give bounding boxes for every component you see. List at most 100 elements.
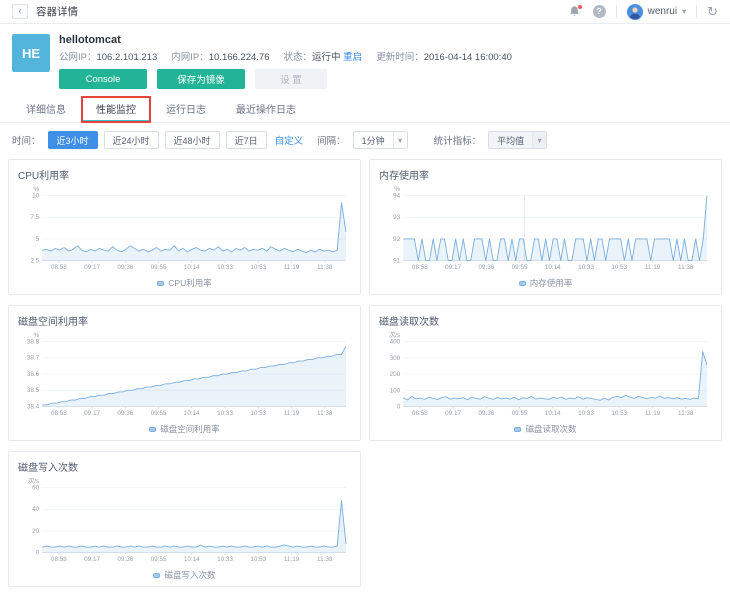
console-button[interactable]: Console [59, 69, 147, 89]
svg-text:10:53: 10:53 [611, 410, 627, 417]
topbar-right: ? wenrui ▾ ↻ [567, 4, 718, 20]
time-range-24h[interactable]: 近24小时 [104, 131, 159, 149]
tab-detail-info[interactable]: 详细信息 [12, 97, 80, 122]
time-label: 时间： [12, 133, 41, 147]
svg-text:300: 300 [390, 355, 401, 362]
svg-text:08:58: 08:58 [412, 264, 428, 271]
tab-run-log[interactable]: 运行日志 [152, 97, 220, 122]
svg-text:%: % [34, 332, 40, 339]
time-range-48h[interactable]: 近48小时 [165, 131, 220, 149]
interval-label: 间隔： [317, 133, 346, 147]
chart-legend[interactable]: 内存使用率 [379, 277, 712, 289]
save-as-image-button[interactable]: 保存为镜像 [157, 69, 245, 89]
svg-text:38.7: 38.7 [27, 355, 40, 362]
chart-legend[interactable]: CPU利用率 [18, 277, 351, 289]
custom-range-link[interactable]: 自定义 [275, 133, 304, 147]
svg-text:09:17: 09:17 [84, 410, 100, 417]
user-menu[interactable]: wenrui ▾ [627, 4, 686, 20]
metric-label: 统计指标： [434, 133, 482, 147]
container-meta: 公网IP：106.2.101.213 内网IP：10.166.224.76 状态… [59, 49, 512, 63]
legend-marker [519, 281, 526, 286]
refresh-icon[interactable]: ↻ [707, 5, 718, 18]
chart-legend[interactable]: 磁盘读取次数 [379, 423, 712, 435]
svg-text:93: 93 [393, 214, 401, 221]
notification-badge [578, 5, 582, 9]
bell-icon[interactable] [567, 4, 583, 20]
svg-text:11:19: 11:19 [284, 410, 300, 417]
metric-select[interactable]: 平均值 ▾ [488, 131, 547, 149]
svg-text:09:36: 09:36 [478, 410, 494, 417]
container-avatar: HE [12, 34, 50, 72]
svg-text:08:58: 08:58 [51, 264, 67, 271]
svg-text:10:14: 10:14 [184, 556, 200, 563]
restart-link[interactable]: 重启 [343, 52, 362, 63]
svg-text:10:33: 10:33 [217, 264, 233, 271]
svg-text:09:17: 09:17 [84, 556, 100, 563]
svg-text:09:36: 09:36 [478, 264, 494, 271]
chart-title: 磁盘空间利用率 [18, 313, 351, 328]
tab-recent-operation-log[interactable]: 最近操作日志 [222, 97, 310, 122]
svg-text:40: 40 [32, 506, 40, 513]
svg-text:09:55: 09:55 [151, 556, 167, 563]
svg-text:09:55: 09:55 [512, 410, 528, 417]
svg-text:10:14: 10:14 [545, 264, 561, 271]
svg-text:10:33: 10:33 [217, 410, 233, 417]
legend-label: 磁盘写入次数 [164, 569, 215, 581]
private-ip: 内网IP：10.166.224.76 [171, 49, 269, 63]
interval-select[interactable]: 1分钟 ▾ [353, 131, 408, 149]
svg-text:7.5: 7.5 [30, 214, 39, 221]
chart-card-disk-write: 磁盘写入次数 6040200次/s08:5809:1709:3609:5510:… [8, 451, 361, 587]
svg-text:11:38: 11:38 [678, 264, 694, 271]
container-header: HE hellotomcat 公网IP：106.2.101.213 内网IP：1… [0, 24, 730, 89]
legend-label: 内存使用率 [530, 277, 573, 289]
user-name: wenrui [648, 6, 677, 17]
svg-text:09:36: 09:36 [117, 264, 133, 271]
svg-text:20: 20 [32, 528, 40, 535]
memory-usage-chart: 94939291%08:5809:1709:3609:5510:1410:331… [379, 184, 712, 277]
legend-label: CPU利用率 [168, 277, 211, 289]
legend-label: 磁盘空间利用率 [160, 423, 220, 435]
chart-title: 内存使用率 [379, 167, 712, 182]
svg-text:09:17: 09:17 [445, 410, 461, 417]
svg-text:200: 200 [390, 371, 401, 378]
svg-text:%: % [34, 186, 40, 193]
container-info: hellotomcat 公网IP：106.2.101.213 内网IP：10.1… [59, 34, 512, 89]
chart-title: 磁盘写入次数 [18, 459, 351, 474]
svg-text:400: 400 [390, 339, 401, 346]
back-button[interactable]: ‹ [12, 4, 28, 19]
time-range-7d[interactable]: 近7日 [226, 131, 267, 149]
tab-performance-monitor[interactable]: 性能监控 [82, 97, 150, 122]
time-range-3h[interactable]: 近3小时 [48, 131, 98, 149]
svg-text:08:58: 08:58 [412, 410, 428, 417]
chevron-down-icon: ▾ [532, 132, 546, 148]
chart-legend[interactable]: 磁盘写入次数 [18, 569, 351, 581]
legend-marker [153, 573, 160, 578]
svg-text:09:55: 09:55 [151, 410, 167, 417]
settings-button[interactable]: 设 置 [255, 69, 327, 89]
chart-card-cpu: CPU利用率 107.552.5%08:5809:1709:3609:5510:… [8, 159, 361, 295]
chart-legend[interactable]: 磁盘空间利用率 [18, 423, 351, 435]
help-icon[interactable]: ? [593, 5, 606, 18]
tab-bar: 详细信息 性能监控 运行日志 最近操作日志 [0, 89, 730, 123]
chart-card-disk-read: 磁盘读取次数 4003002001000次/s08:5809:1709:3609… [369, 305, 722, 441]
legend-marker [149, 427, 156, 432]
svg-text:38.8: 38.8 [27, 339, 40, 346]
svg-text:11:38: 11:38 [678, 410, 694, 417]
svg-text:38.5: 38.5 [27, 387, 40, 394]
updated-time: 更新时间：2016-04-14 16:00:40 [376, 49, 512, 63]
svg-text:09:17: 09:17 [445, 264, 461, 271]
svg-text:09:55: 09:55 [512, 264, 528, 271]
svg-text:11:19: 11:19 [284, 264, 300, 271]
svg-text:94: 94 [393, 193, 401, 200]
svg-text:次/s: 次/s [28, 477, 39, 485]
filter-bar: 时间： 近3小时 近24小时 近48小时 近7日 自定义 间隔： 1分钟 ▾ 统… [0, 123, 730, 157]
divider [696, 5, 697, 19]
svg-text:次/s: 次/s [389, 331, 400, 339]
disk-read-count-chart: 4003002001000次/s08:5809:1709:3609:5510:1… [379, 330, 712, 423]
svg-text:10:53: 10:53 [611, 264, 627, 271]
svg-text:09:36: 09:36 [117, 410, 133, 417]
svg-text:10:33: 10:33 [217, 556, 233, 563]
svg-text:08:58: 08:58 [51, 410, 67, 417]
action-buttons: Console 保存为镜像 设 置 [59, 69, 512, 89]
topbar: ‹ 容器详情 ? wenrui ▾ ↻ [0, 0, 730, 24]
